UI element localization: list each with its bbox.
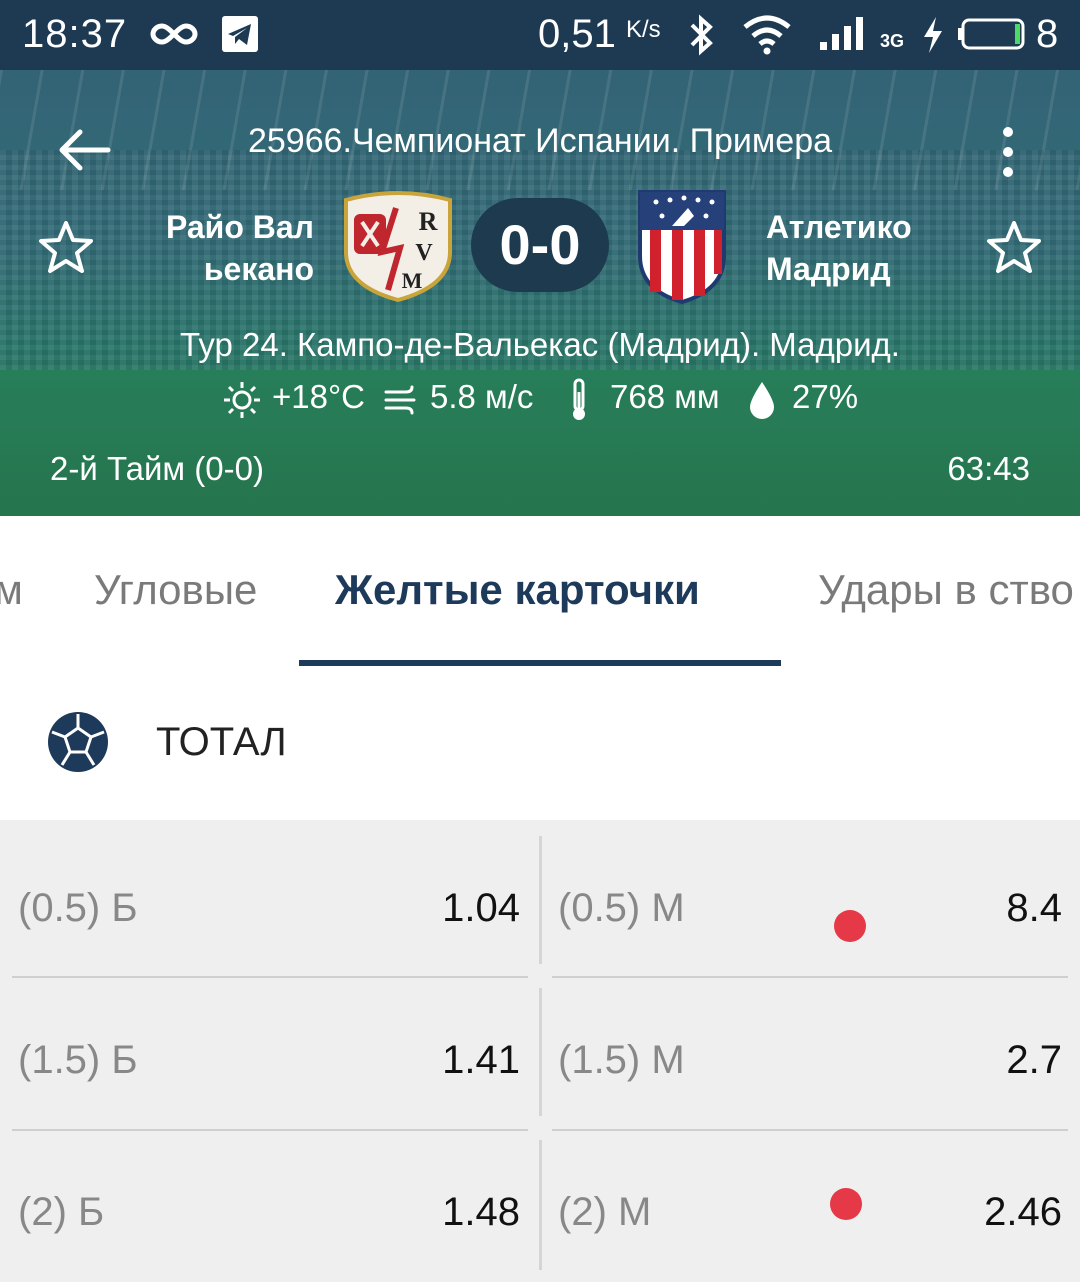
wind-icon <box>384 385 416 415</box>
favorite-away-star-icon[interactable] <box>984 218 1044 278</box>
odds-value: 2.7 <box>1006 1038 1062 1082</box>
market-title: ТОТАЛ <box>156 720 287 764</box>
league-title: 25966.Чемпионат Испании. Примера <box>247 122 833 160</box>
tab-shots-on-target[interactable]: Удары в ство <box>818 566 1074 614</box>
match-score: 0-0 <box>471 198 609 292</box>
bluetooth-icon <box>690 14 713 56</box>
infinity-icon <box>150 23 198 45</box>
humidity: 27% <box>792 378 859 415</box>
telegram-icon <box>222 16 258 52</box>
odds-change-dot <box>834 910 866 942</box>
network-type: 3G <box>880 31 905 51</box>
favorite-home-star-icon[interactable] <box>36 218 96 278</box>
divider <box>12 976 528 978</box>
odds-grid: (0.5) Б 1.04 (0.5) М 8.4 (1.5) Б 1.41 (1… <box>0 820 1080 1280</box>
odds-over-0-5[interactable]: (0.5) Б 1.04 <box>0 826 530 978</box>
network-speed: 0,51 <box>538 12 616 56</box>
battery-level: 8 <box>1036 12 1059 56</box>
home-team-line2: ьекано <box>203 251 314 287</box>
svg-text:V: V <box>415 240 433 266</box>
status-bar: 18:37 0,51 K/s 3G 8 <box>0 0 1080 70</box>
odds-over-1-5[interactable]: (1.5) Б 1.41 <box>0 978 530 1130</box>
away-team-line2: Мадрид <box>766 251 891 287</box>
divider <box>539 988 542 1116</box>
odds-label: (0.5) Б <box>18 886 138 930</box>
charging-icon <box>924 17 942 53</box>
away-team-name[interactable]: Атлетико Мадрид <box>766 206 966 290</box>
odds-value: 2.46 <box>984 1190 1062 1234</box>
signal-icon <box>820 17 863 50</box>
match-period: 2-й Тайм (0-0) <box>50 450 264 487</box>
venue-info: Тур 24. Кампо-де-Вальекас (Мадрид). Мадр… <box>180 326 900 363</box>
odds-value: 8.4 <box>1006 886 1062 930</box>
away-team-logo <box>638 190 726 304</box>
match-header: 25966.Чемпионат Испании. Примера Райо Ва… <box>0 70 1080 516</box>
odds-under-0-5[interactable]: (0.5) М 8.4 <box>540 826 1072 978</box>
home-team-line1: Райо Вал <box>165 209 314 245</box>
divider <box>552 1129 1068 1131</box>
home-team-logo: R V M <box>344 191 452 302</box>
away-team-line1: Атлетико <box>766 209 912 245</box>
tab-partial-left[interactable]: м <box>0 566 23 614</box>
odds-value: 1.41 <box>442 1038 520 1082</box>
thermometer-icon <box>573 378 585 420</box>
wind-speed: 5.8 м/с <box>430 378 534 415</box>
divider <box>12 1129 528 1131</box>
weather-row: +18°C 5.8 м/с 768 мм 27% <box>0 376 1080 422</box>
odds-value: 1.04 <box>442 886 520 930</box>
odds-label: (2) Б <box>18 1190 105 1234</box>
sun-icon <box>224 382 260 418</box>
tab-yellow-cards[interactable]: Желтые карточки <box>335 566 700 614</box>
svg-text:R: R <box>419 207 438 236</box>
market-tabs: м Угловые Желтые карточки Удары в ство <box>0 516 1080 666</box>
match-clock: 63:43 <box>947 450 1030 487</box>
odds-under-2[interactable]: (2) М 2.46 <box>540 1130 1072 1282</box>
home-team-name[interactable]: Райо Вал ьекано <box>130 206 314 290</box>
divider <box>539 1140 542 1270</box>
pressure: 768 мм <box>610 378 720 415</box>
divider <box>539 836 542 964</box>
odds-value: 1.48 <box>442 1190 520 1234</box>
status-time: 18:37 <box>22 12 128 56</box>
divider <box>552 976 1068 978</box>
tab-corners[interactable]: Угловые <box>94 566 257 614</box>
market-group-header[interactable]: ТОТАЛ <box>0 666 1080 820</box>
odds-label: (1.5) Б <box>18 1038 138 1082</box>
svg-text:M: M <box>402 268 423 293</box>
back-arrow-icon[interactable] <box>56 126 112 174</box>
odds-label: (1.5) М <box>558 1038 685 1082</box>
temperature: +18°C <box>272 378 366 415</box>
odds-label: (2) М <box>558 1190 652 1234</box>
soccer-ball-icon <box>48 712 108 772</box>
humidity-drop-icon <box>750 382 774 419</box>
more-options-icon[interactable] <box>990 122 1026 182</box>
network-speed-unit: K/s <box>626 16 661 43</box>
odds-label: (0.5) М <box>558 886 685 930</box>
odds-under-1-5[interactable]: (1.5) М 2.7 <box>540 978 1072 1130</box>
battery-icon <box>958 18 1025 50</box>
odds-change-dot <box>830 1188 862 1220</box>
odds-over-2[interactable]: (2) Б 1.48 <box>0 1130 530 1282</box>
wifi-icon <box>743 15 791 55</box>
